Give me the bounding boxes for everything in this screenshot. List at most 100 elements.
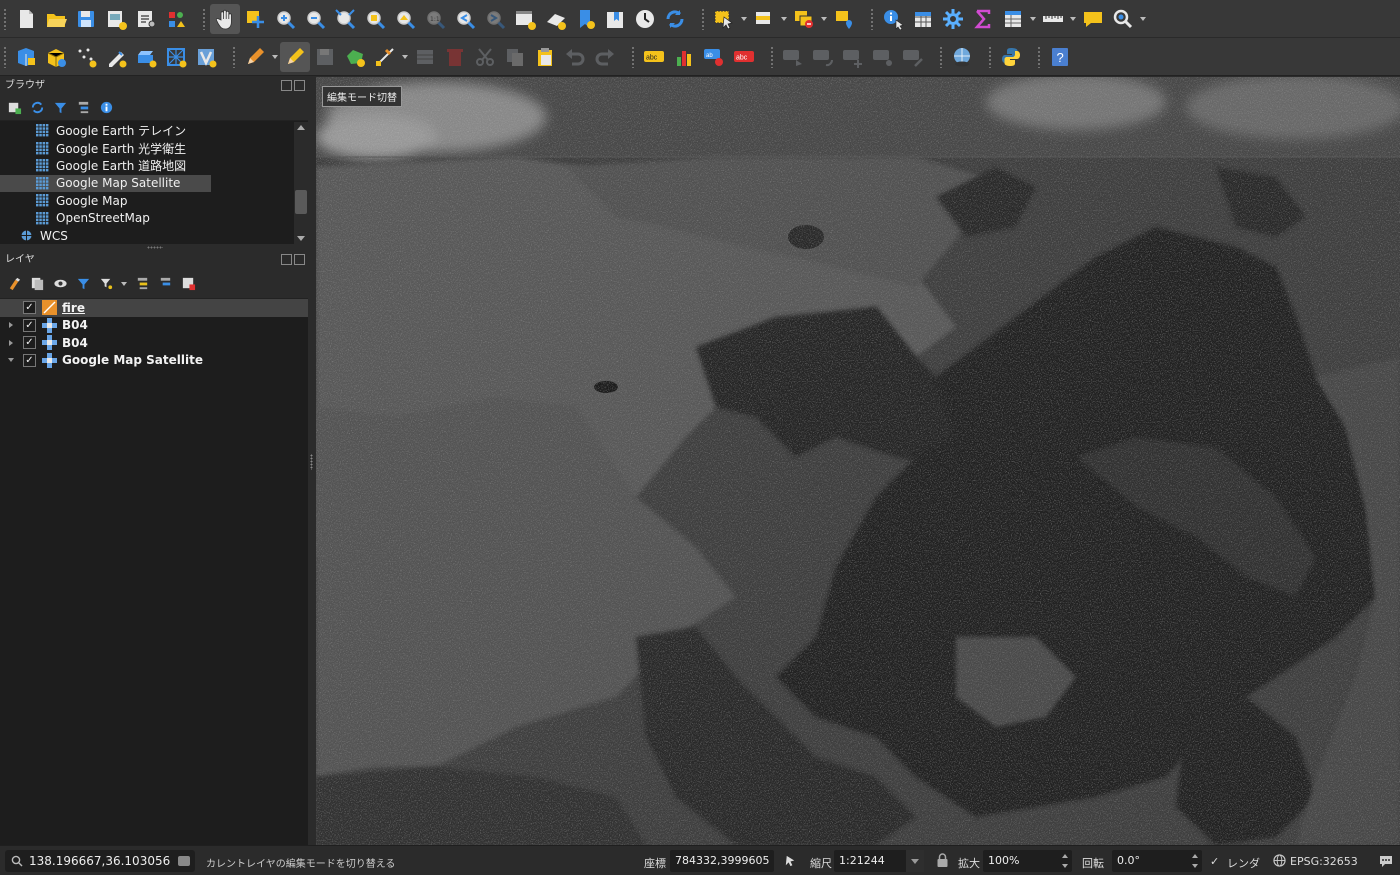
magnifier-spin-arrows[interactable] xyxy=(1061,852,1070,870)
browser-item[interactable]: Google Earth 道路地図 xyxy=(0,157,211,175)
layer-row[interactable]: ✓ B04 xyxy=(0,317,308,335)
zoom-native-button[interactable]: 1:1 xyxy=(420,4,450,34)
rotate-label-button[interactable] xyxy=(808,42,838,72)
expander-icon[interactable] xyxy=(6,358,16,362)
toolbar-handle[interactable] xyxy=(770,45,774,68)
rotation-spinbox[interactable]: 0.0° xyxy=(1112,850,1202,872)
new-mesh-layer-button[interactable] xyxy=(161,42,191,72)
float-panel-icon[interactable] xyxy=(281,254,292,265)
toolbar-handle[interactable] xyxy=(3,7,7,30)
browser-item[interactable]: OpenStreetMap xyxy=(0,210,211,228)
select-features-button[interactable] xyxy=(709,4,739,34)
cut-features-button[interactable] xyxy=(470,42,500,72)
select-location-button[interactable] xyxy=(829,4,859,34)
save-project-button[interactable] xyxy=(71,4,101,34)
browser-scrollbar[interactable] xyxy=(294,122,308,244)
change-label-button[interactable] xyxy=(838,42,868,72)
toolbar-handle[interactable] xyxy=(988,45,992,68)
expand-all-button[interactable] xyxy=(132,274,152,294)
browser-item[interactable]: Google Earth 光学衛生 xyxy=(0,140,211,158)
layer-row[interactable]: ✓ B04 xyxy=(0,334,308,352)
highlight-pinned-labels-button[interactable]: abc xyxy=(729,42,759,72)
open-table-button[interactable] xyxy=(998,4,1028,34)
browser-item-wcs[interactable]: WCS xyxy=(0,227,211,244)
select-by-value-button-dropdown[interactable] xyxy=(779,4,789,34)
new-map-view-button[interactable] xyxy=(510,4,540,34)
measure-line-button[interactable] xyxy=(1038,4,1068,34)
toolbar-handle[interactable] xyxy=(1037,45,1041,68)
browser-item[interactable]: Google Map xyxy=(0,192,211,210)
measure-line-button-dropdown[interactable] xyxy=(1068,4,1078,34)
digitize-tool-button[interactable] xyxy=(370,42,400,72)
zoom-next-button[interactable] xyxy=(480,4,510,34)
new-temp-scratch-layer-button[interactable] xyxy=(71,42,101,72)
deselect-features-button[interactable] xyxy=(789,4,819,34)
select-by-value-button[interactable] xyxy=(749,4,779,34)
copy-features-button[interactable] xyxy=(500,42,530,72)
scroll-thumb[interactable] xyxy=(295,190,307,214)
new-print-layout-button[interactable] xyxy=(101,4,131,34)
layer-row[interactable]: ✓ fire xyxy=(0,299,308,317)
scale-combobox[interactable]: 1:21244 xyxy=(834,850,924,872)
deselect-features-button-dropdown[interactable] xyxy=(819,4,829,34)
new-shapefile-layer-button[interactable] xyxy=(101,42,131,72)
locator-settings-button-dropdown[interactable] xyxy=(1138,4,1148,34)
remove-layer-button[interactable] xyxy=(178,274,198,294)
show-bookmarks-button[interactable] xyxy=(600,4,630,34)
layer-labeling-button[interactable]: abc xyxy=(639,42,669,72)
zoom-to-selection-button[interactable] xyxy=(360,4,390,34)
style-manager-button[interactable] xyxy=(161,4,191,34)
toolbar-handle[interactable] xyxy=(232,45,236,68)
scroll-up-icon[interactable] xyxy=(297,125,305,130)
redo-button[interactable] xyxy=(590,42,620,72)
new-3d-map-view-button[interactable] xyxy=(540,4,570,34)
layer-visibility-checkbox[interactable]: ✓ xyxy=(23,353,36,367)
scroll-down-icon[interactable] xyxy=(297,236,305,241)
magnifier-spinbox[interactable]: 100% xyxy=(983,850,1072,872)
locator-input[interactable]: 138.196667,36.103056 xyxy=(29,854,170,868)
new-virtual-layer-button[interactable] xyxy=(191,42,221,72)
filter-by-expression-button[interactable] xyxy=(96,274,116,294)
pin-labels-button[interactable]: ab xyxy=(699,42,729,72)
zoom-last-button[interactable] xyxy=(450,4,480,34)
save-layer-edits-button[interactable] xyxy=(310,42,340,72)
toolbar-handle[interactable] xyxy=(870,7,874,30)
zoom-full-button[interactable] xyxy=(330,4,360,34)
help-button[interactable]: ? xyxy=(1045,42,1075,72)
zoom-to-layer-button[interactable] xyxy=(390,4,420,34)
float-panel-icon[interactable] xyxy=(281,80,292,91)
layer-styling-button[interactable] xyxy=(4,274,24,294)
toolbar-handle[interactable] xyxy=(701,7,705,30)
messages-icon[interactable] xyxy=(1378,853,1394,869)
properties-info-button[interactable] xyxy=(96,98,116,118)
label-properties-button[interactable] xyxy=(898,42,928,72)
refresh-button[interactable] xyxy=(660,4,690,34)
locator-settings-button[interactable] xyxy=(1108,4,1138,34)
locator-bar[interactable]: 138.196667,36.103056 xyxy=(5,850,195,872)
open-table-button-dropdown[interactable] xyxy=(1028,4,1038,34)
browser-item[interactable]: Google Map Satellite xyxy=(0,174,211,192)
add-polygon-button[interactable] xyxy=(340,42,370,72)
layer-visibility-checkbox[interactable]: ✓ xyxy=(23,318,36,332)
new-geopackage-layer-button[interactable] xyxy=(41,42,71,72)
toolbar-handle[interactable] xyxy=(202,7,206,30)
expander-icon[interactable] xyxy=(6,322,16,328)
rotation-spin-arrows[interactable] xyxy=(1191,852,1200,870)
move-label-button[interactable] xyxy=(778,42,808,72)
add-selected-layers-button[interactable] xyxy=(4,98,24,118)
zoom-out-button[interactable] xyxy=(300,4,330,34)
filter-legend-button[interactable] xyxy=(73,274,93,294)
expander-icon[interactable] xyxy=(6,340,16,346)
layer-visibility-checkbox[interactable]: ✓ xyxy=(23,336,36,350)
toolbar-handle[interactable] xyxy=(631,45,635,68)
temporal-controller-button[interactable] xyxy=(630,4,660,34)
toggle-editing-button[interactable] xyxy=(280,41,310,72)
new-project-button[interactable] xyxy=(11,4,41,34)
coordinate-field[interactable]: 784332,3999605 xyxy=(670,850,774,872)
scale-dropdown-button[interactable] xyxy=(906,850,924,872)
pan-to-selection-button[interactable] xyxy=(240,4,270,34)
statistical-summary-button[interactable] xyxy=(968,4,998,34)
filter-dropdown-arrow[interactable] xyxy=(119,269,129,299)
collapse-all-button[interactable] xyxy=(73,98,93,118)
close-panel-icon[interactable] xyxy=(294,254,305,265)
